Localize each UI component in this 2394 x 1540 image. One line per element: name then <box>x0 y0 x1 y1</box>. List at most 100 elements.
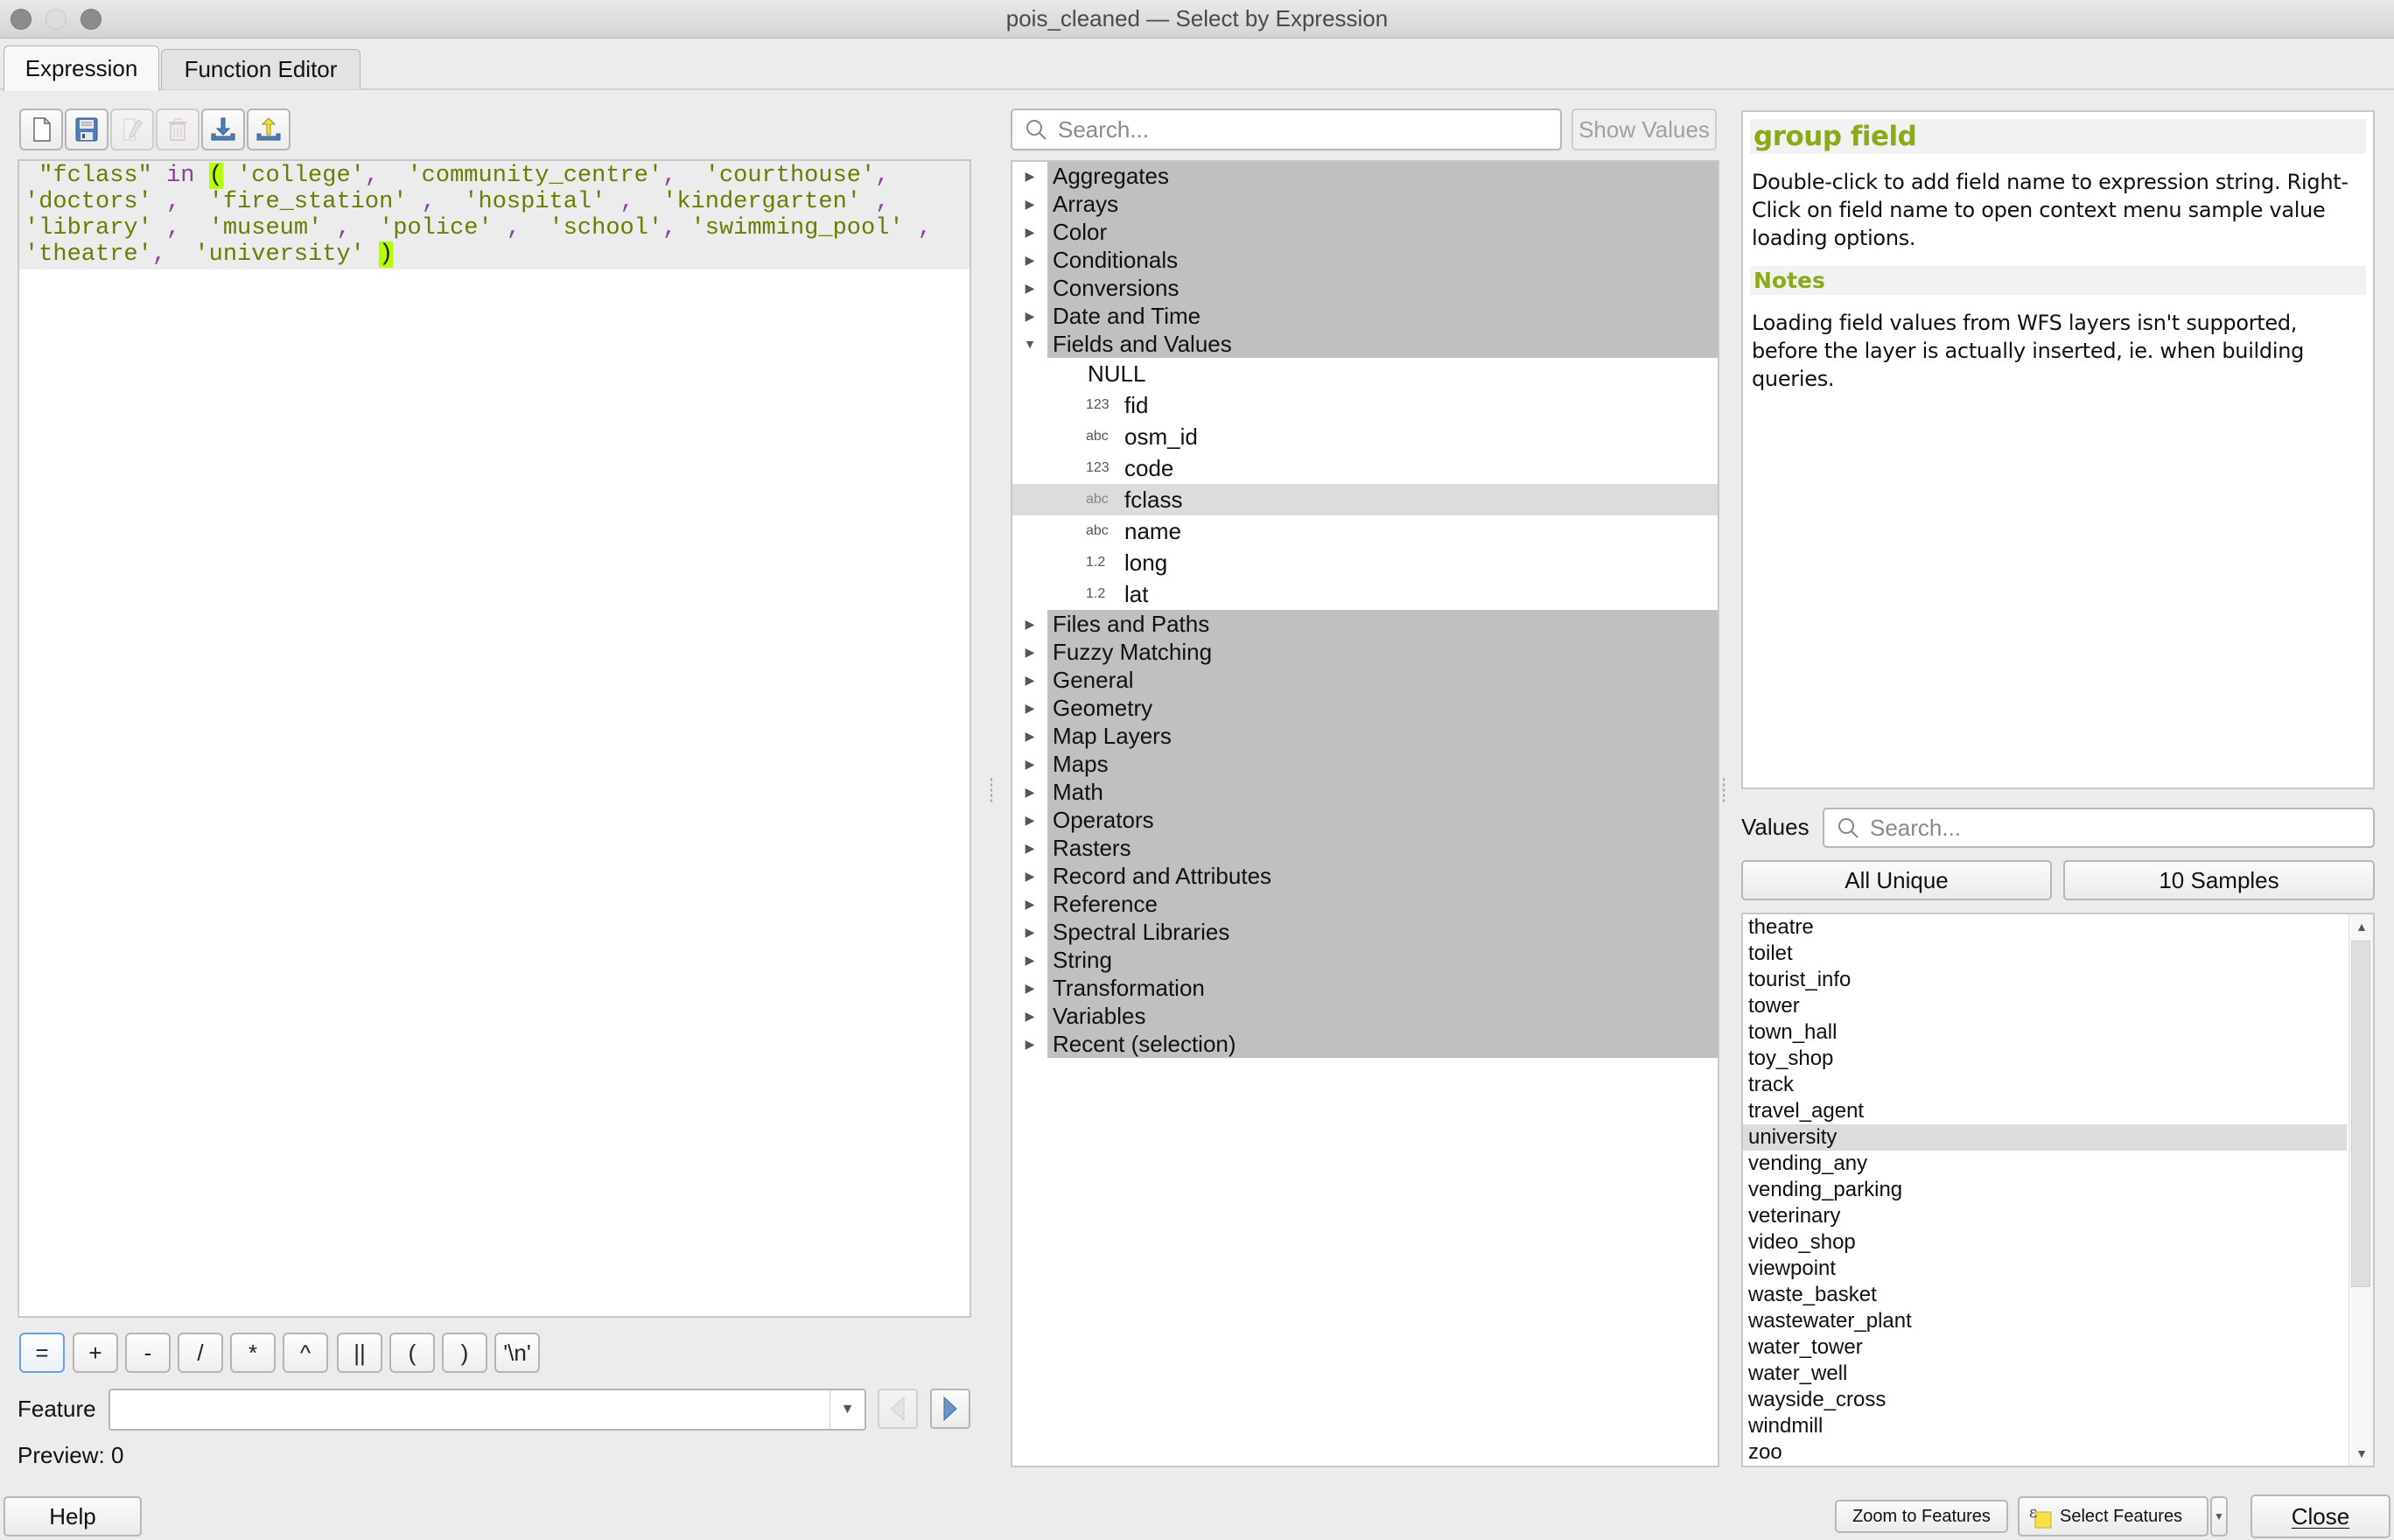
value-list-item[interactable]: tower <box>1743 993 2347 1019</box>
close-button[interactable]: Close <box>2250 1494 2390 1538</box>
tree-group-item[interactable]: ▶ Maps <box>1012 750 1718 778</box>
tree-group-item[interactable]: ▶ Geometry <box>1012 694 1718 722</box>
values-search-input[interactable]: Search... <box>1823 808 2375 848</box>
value-list-item[interactable]: track <box>1743 1072 2347 1098</box>
tree-field-item[interactable]: abc name <box>1012 515 1718 547</box>
tree-group-item[interactable]: ▶ Date and Time <box>1012 302 1718 330</box>
chevron-down-icon[interactable]: ▼ <box>830 1390 864 1429</box>
value-list-item[interactable]: water_tower <box>1743 1334 2347 1361</box>
ten-samples-button[interactable]: 10 Samples <box>2063 860 2375 900</box>
value-list-item[interactable]: waste_basket <box>1743 1282 2347 1308</box>
operator-button[interactable]: ) <box>442 1333 487 1373</box>
tree-group-item[interactable]: ▶ Conversions <box>1012 274 1718 302</box>
expand-arrow-right-icon[interactable]: ▶ <box>1012 981 1047 996</box>
operator-button[interactable]: / <box>178 1333 223 1373</box>
splitter-handle-left[interactable] <box>990 777 993 803</box>
expand-arrow-right-icon[interactable]: ▶ <box>1012 197 1047 212</box>
function-search-input[interactable]: Search... <box>1011 108 1562 150</box>
operator-button[interactable]: || <box>337 1333 382 1373</box>
tree-group-item[interactable]: ▶ Recent (selection) <box>1012 1030 1718 1058</box>
value-list-item[interactable]: travel_agent <box>1743 1098 2347 1124</box>
value-list-item[interactable]: tourist_info <box>1743 967 2347 993</box>
expand-arrow-right-icon[interactable]: ▶ <box>1012 253 1047 268</box>
expand-arrow-right-icon[interactable]: ▶ <box>1012 673 1047 688</box>
operator-button[interactable]: '\n' <box>494 1333 540 1373</box>
previous-feature-button[interactable] <box>878 1389 918 1429</box>
value-list-item[interactable]: vending_any <box>1743 1151 2347 1177</box>
expand-arrow-right-icon[interactable]: ▶ <box>1012 169 1047 184</box>
tree-group-item[interactable]: ▶ Arrays <box>1012 190 1718 218</box>
value-list-item[interactable]: toy_shop <box>1743 1046 2347 1072</box>
expand-arrow-right-icon[interactable]: ▶ <box>1012 841 1047 856</box>
splitter-handle-right[interactable] <box>1722 777 1726 803</box>
export-button[interactable] <box>247 108 290 150</box>
expand-arrow-right-icon[interactable]: ▶ <box>1012 813 1047 828</box>
tree-group-item[interactable]: ▶ Math <box>1012 778 1718 806</box>
help-button[interactable]: Help <box>4 1496 142 1536</box>
operator-button[interactable]: ( <box>389 1333 435 1373</box>
value-list-item[interactable]: water_well <box>1743 1361 2347 1387</box>
operator-button[interactable]: = <box>19 1333 65 1373</box>
value-list-item[interactable]: toilet <box>1743 941 2347 967</box>
expand-arrow-right-icon[interactable]: ▶ <box>1012 897 1047 912</box>
function-tree[interactable]: ▶ Aggregates ▶ Arrays ▶ Color ▶ Conditionals ▶ Co… <box>1011 160 1719 1467</box>
expand-arrow-right-icon[interactable]: ▶ <box>1012 645 1047 660</box>
expand-arrow-right-icon[interactable]: ▶ <box>1012 869 1047 884</box>
tree-group-item[interactable]: ▶ Record and Attributes <box>1012 862 1718 890</box>
expand-arrow-right-icon[interactable]: ▶ <box>1012 1009 1047 1024</box>
show-values-button[interactable]: Show Values <box>1572 108 1717 150</box>
select-features-button[interactable]: ε Select Features <box>2018 1496 2208 1536</box>
expand-arrow-right-icon[interactable]: ▶ <box>1012 757 1047 772</box>
value-list-item[interactable]: viewpoint <box>1743 1256 2347 1282</box>
value-list-item[interactable]: theatre <box>1743 914 2347 941</box>
expand-arrow-right-icon[interactable]: ▶ <box>1012 925 1047 940</box>
tree-group-item[interactable]: ▼ Fields and Values <box>1012 330 1718 358</box>
tab-function-editor[interactable]: Function Editor <box>161 49 360 89</box>
tree-group-item[interactable]: ▶ Reference <box>1012 890 1718 918</box>
tree-group-item[interactable]: ▶ Operators <box>1012 806 1718 834</box>
tree-group-item[interactable]: ▶ Color <box>1012 218 1718 246</box>
tree-group-item[interactable]: ▶ Aggregates <box>1012 162 1718 190</box>
operator-button[interactable]: + <box>73 1333 118 1373</box>
expand-arrow-right-icon[interactable]: ▶ <box>1012 953 1047 968</box>
expand-arrow-right-icon[interactable]: ▶ <box>1012 1037 1047 1052</box>
value-list-item[interactable]: university <box>1743 1124 2347 1151</box>
value-list-item[interactable]: wastewater_plant <box>1743 1308 2347 1334</box>
edit-button[interactable] <box>110 108 154 150</box>
select-features-dropdown[interactable]: ▼ <box>2210 1496 2228 1536</box>
delete-button[interactable] <box>156 108 200 150</box>
expand-arrow-right-icon[interactable]: ▶ <box>1012 729 1047 744</box>
save-button[interactable] <box>65 108 108 150</box>
tab-expression[interactable]: Expression <box>4 46 159 91</box>
tree-group-item[interactable]: ▶ Rasters <box>1012 834 1718 862</box>
value-list-item[interactable]: zoo <box>1743 1439 2347 1466</box>
tree-field-item[interactable]: 123 fid <box>1012 389 1718 421</box>
zoom-to-features-button[interactable]: Zoom to Features <box>1835 1500 2008 1533</box>
all-unique-button[interactable]: All Unique <box>1741 860 2052 900</box>
value-list-item[interactable]: veterinary <box>1743 1203 2347 1229</box>
tree-group-item[interactable]: ▶ Fuzzy Matching <box>1012 638 1718 666</box>
value-list-item[interactable]: wayside_cross <box>1743 1387 2347 1413</box>
scrollbar-thumb[interactable] <box>2351 941 2370 1287</box>
values-scrollbar[interactable]: ▲ ▼ <box>2348 914 2373 1466</box>
tree-field-item[interactable]: 123 code <box>1012 452 1718 484</box>
tree-group-item[interactable]: ▶ General <box>1012 666 1718 694</box>
tree-field-item[interactable]: abc osm_id <box>1012 421 1718 452</box>
values-list[interactable]: theatre toilet tourist_info tower town_hall t… <box>1741 913 2375 1467</box>
expand-arrow-right-icon[interactable]: ▶ <box>1012 309 1047 324</box>
value-list-item[interactable]: windmill <box>1743 1413 2347 1439</box>
scroll-down-icon[interactable]: ▼ <box>2349 1441 2373 1466</box>
tree-field-item[interactable]: abc fclass <box>1012 484 1718 515</box>
tree-group-item[interactable]: ▶ Transformation <box>1012 974 1718 1002</box>
operator-button[interactable]: - <box>125 1333 171 1373</box>
value-list-item[interactable]: video_shop <box>1743 1229 2347 1256</box>
expand-arrow-right-icon[interactable]: ▶ <box>1012 281 1047 296</box>
expand-arrow-down-icon[interactable]: ▼ <box>1012 337 1047 351</box>
tree-field-item[interactable]: 1.2 long <box>1012 547 1718 578</box>
tree-field-item[interactable]: 1.2 lat <box>1012 578 1718 610</box>
tree-group-item[interactable]: ▶ Conditionals <box>1012 246 1718 274</box>
next-feature-button[interactable] <box>930 1389 970 1429</box>
import-button[interactable] <box>201 108 245 150</box>
value-list-item[interactable]: vending_parking <box>1743 1177 2347 1203</box>
tree-group-item[interactable]: ▶ String <box>1012 946 1718 974</box>
